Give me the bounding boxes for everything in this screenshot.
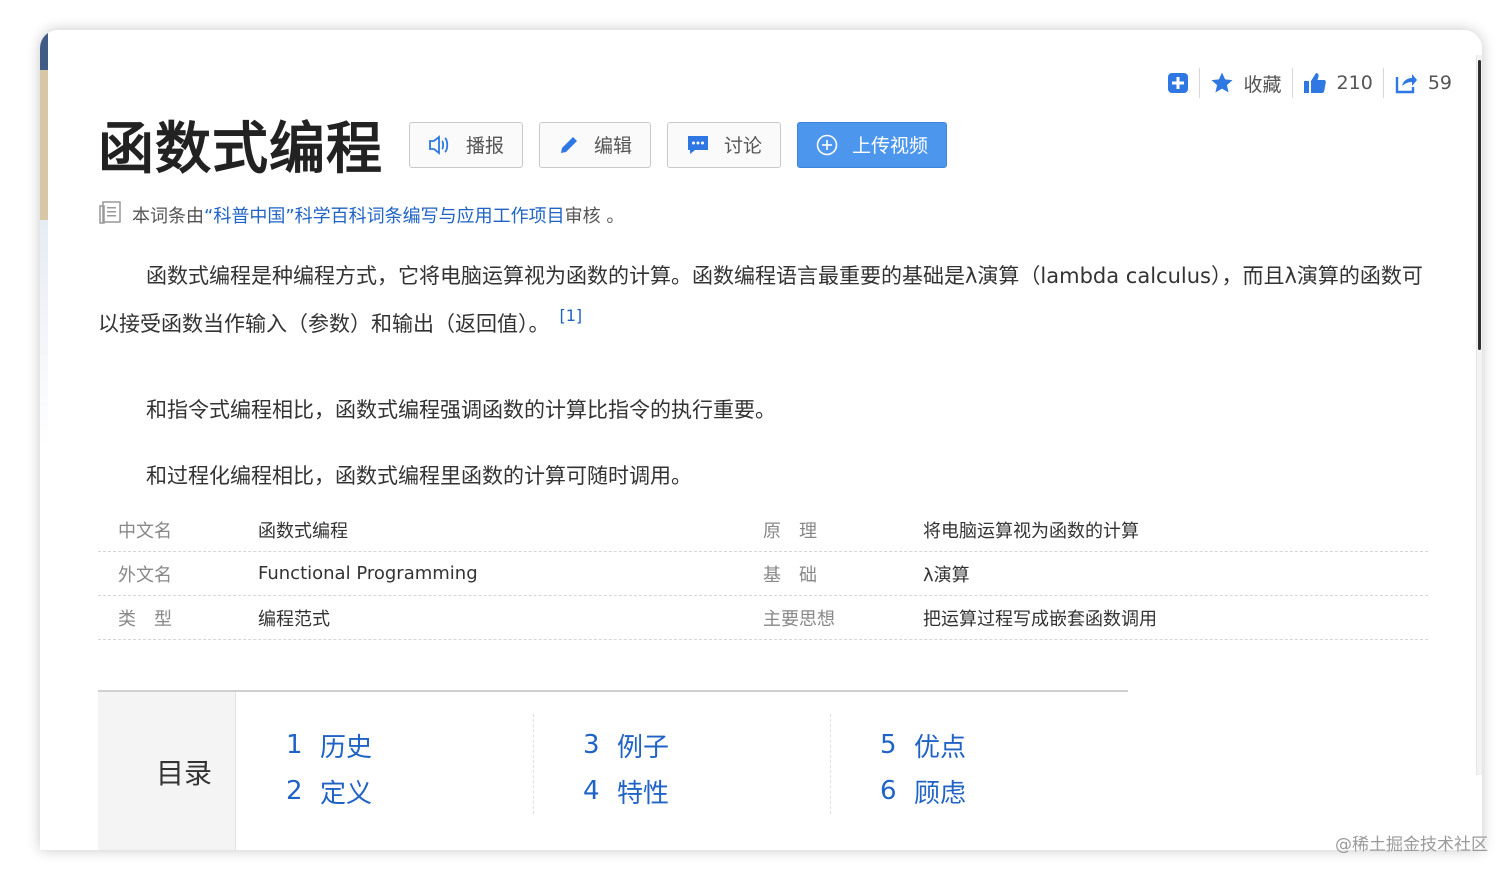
toc-divider (830, 714, 831, 814)
summary-paragraph-2: 和指令式编程相比，函数式编程强调函数的计算比指令的执行重要。 (146, 398, 776, 422)
toc-item-features[interactable]: 4 特性 (583, 768, 669, 814)
info-row: 类 型 编程范式 主要思想 把运算过程写成嵌套函数调用 (98, 596, 1428, 640)
collect-label: 收藏 (1243, 73, 1282, 96)
upload-video-label: 上传视频 (852, 135, 929, 157)
toc-item-number: 1 (286, 730, 303, 760)
review-notice: 本词条由 “科普中国”科学百科词条编写与应用工作项目 审核 。 (98, 200, 624, 229)
info-key: 基 础 (763, 564, 817, 586)
info-key: 主要思想 (763, 608, 835, 630)
info-key: 中文名 (118, 520, 172, 542)
broadcast-button[interactable]: 播报 (409, 121, 524, 168)
info-value: 函数式编程 (258, 520, 348, 542)
toc-divider (533, 714, 534, 814)
toc-column: 1 历史 2 定义 (286, 722, 372, 814)
reference-link-1[interactable]: [1] (560, 306, 583, 325)
paragraph-1-text: 函数式编程是种编程方式，它将电脑运算视为函数的计算。函数编程语言最重要的基础是λ… (98, 264, 1423, 336)
chat-icon (686, 134, 710, 156)
basic-info-table: 中文名 函数式编程 原 理 将电脑运算视为函数的计算 外文名 Functiona… (98, 508, 1428, 640)
add-button[interactable] (1157, 68, 1199, 98)
toc-item-number: 5 (880, 730, 897, 760)
info-row: 中文名 函数式编程 原 理 将电脑运算视为函数的计算 (98, 508, 1428, 552)
toc-item-history[interactable]: 1 历史 (286, 722, 372, 768)
toc-item-examples[interactable]: 3 例子 (583, 722, 669, 768)
plus-circle-icon (816, 134, 838, 156)
info-value: λ演算 (923, 564, 970, 586)
edit-button[interactable]: 编辑 (539, 121, 652, 168)
thumbs-up-icon (1303, 73, 1326, 93)
window-edge-strip (40, 30, 48, 850)
info-key: 原 理 (763, 520, 817, 542)
discuss-button[interactable]: 讨论 (667, 121, 782, 168)
discuss-label: 讨论 (724, 135, 763, 157)
edit-label: 编辑 (594, 135, 633, 157)
review-prefix: 本词条由 (132, 205, 204, 227)
page-title: 函数式编程 (98, 116, 383, 182)
toc-item-concerns[interactable]: 6 顾虑 (880, 768, 966, 814)
add-icon (1167, 73, 1188, 93)
toc-item-label: 特性 (617, 778, 670, 809)
article-actions: 收藏 210 59 (1157, 68, 1462, 98)
speaker-icon (428, 134, 452, 156)
toc-item-number: 4 (583, 776, 600, 806)
toc-item-label: 顾虑 (914, 778, 967, 809)
like-button[interactable]: 210 (1291, 68, 1383, 98)
toc-item-definition[interactable]: 2 定义 (286, 768, 372, 814)
document-icon (98, 200, 122, 229)
table-of-contents: 目录 1 历史 2 定义 3 例子 4 特性 5 优点 6 顾虑 (98, 690, 1128, 850)
share-icon (1395, 74, 1417, 94)
summary-paragraph-3: 和过程化编程相比，函数式编程里函数的计算可随时调用。 (146, 464, 692, 488)
watermark: @稀土掘金技术社区 (1335, 835, 1488, 855)
info-value: 把运算过程写成嵌套函数调用 (923, 608, 1157, 630)
share-button[interactable]: 59 (1382, 68, 1462, 98)
scrollbar-thumb[interactable] (1478, 60, 1481, 350)
toc-title: 目录 (156, 757, 213, 790)
info-key: 外文名 (118, 564, 172, 586)
toc-column: 5 优点 6 顾虑 (880, 722, 966, 814)
toc-item-label: 例子 (617, 732, 670, 763)
star-icon (1211, 72, 1233, 93)
share-count: 59 (1427, 72, 1452, 94)
summary-paragraph-1: 函数式编程是种编程方式，它将电脑运算视为函数的计算。函数编程语言最重要的基础是λ… (98, 256, 1428, 344)
toc-sidebar: 目录 (98, 692, 236, 850)
collect-button[interactable]: 收藏 (1198, 68, 1292, 98)
info-value: Functional Programming (258, 563, 478, 584)
review-project-link[interactable]: “科普中国”科学百科词条编写与应用工作项目 (204, 202, 565, 228)
toc-item-number: 3 (583, 730, 600, 760)
toc-item-label: 历史 (320, 732, 373, 763)
upload-video-button[interactable]: 上传视频 (797, 121, 948, 168)
review-suffix: 审核 。 (564, 205, 625, 227)
toc-column: 3 例子 4 特性 (583, 722, 669, 814)
browser-window: 收藏 210 59 函数式编程 播报 编辑 讨论 上传视频 本词条由 “科普中国… (40, 30, 1482, 850)
toc-item-label: 优点 (914, 732, 967, 763)
info-key: 类 型 (118, 608, 172, 630)
pencil-icon (558, 134, 580, 156)
toc-item-number: 6 (880, 776, 897, 806)
toc-item-label: 定义 (320, 778, 373, 809)
title-row: 函数式编程 播报 编辑 讨论 上传视频 (98, 104, 948, 185)
info-value: 将电脑运算视为函数的计算 (923, 520, 1139, 542)
like-count: 210 (1336, 72, 1373, 94)
info-value: 编程范式 (258, 608, 330, 630)
toc-item-advantages[interactable]: 5 优点 (880, 722, 966, 768)
broadcast-label: 播报 (466, 135, 505, 157)
toc-item-number: 2 (286, 776, 303, 806)
info-row: 外文名 Functional Programming 基 础 λ演算 (98, 552, 1428, 596)
